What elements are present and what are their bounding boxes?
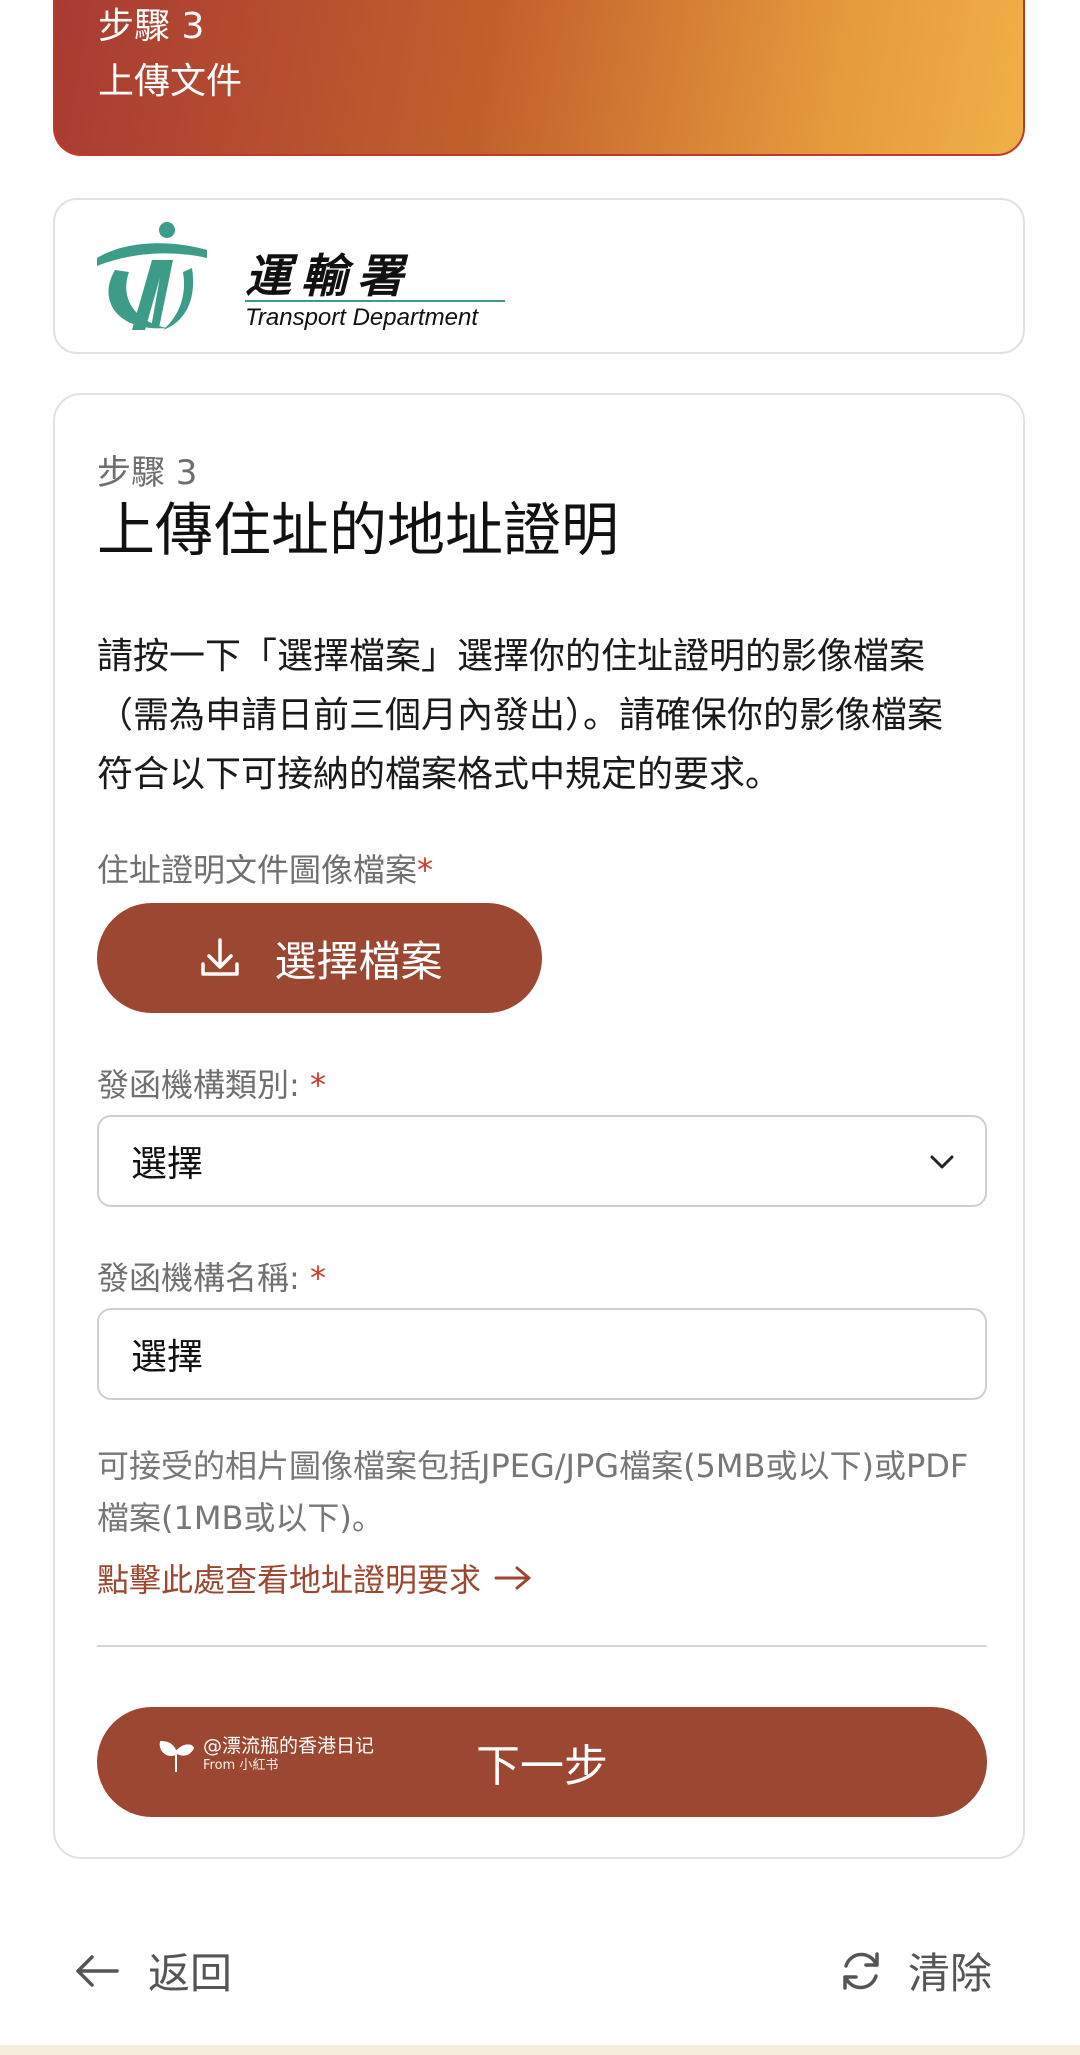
file-field-label: 住址證明文件圖像檔案* (97, 851, 434, 889)
required-mark: * (309, 1259, 326, 1297)
watermark: @漂流瓶的香港日记 From 小紅书 (157, 1735, 374, 1775)
clear-button[interactable]: 清除 (836, 1940, 992, 2001)
back-button[interactable]: 返回 (74, 1940, 232, 2001)
arrow-right-icon (494, 1566, 531, 1590)
step-header-banner: 步驟 3 上傳文件 (53, 0, 1025, 156)
logo-rule (245, 300, 505, 302)
transport-department-logo-card: 運輸署 Transport Department (53, 198, 1025, 354)
clear-label: 清除 (907, 1949, 992, 1998)
org-type-label: 發函機構類別: * (97, 1066, 326, 1104)
logo-english-name: Transport Department (245, 304, 478, 331)
required-mark: * (417, 851, 434, 889)
watermark-source: From 小紅书 (203, 1758, 279, 1773)
download-icon (201, 938, 240, 976)
required-mark: * (309, 1066, 326, 1104)
org-name-select[interactable]: 選擇 (97, 1308, 987, 1400)
divider (97, 1645, 987, 1647)
upload-form-card: 步驟 3 上傳住址的地址證明 請按一下「選擇檔案」選擇你的住址證明的影像檔案（需… (53, 393, 1025, 1859)
choose-file-button[interactable]: 選擇檔案 (97, 903, 542, 1013)
next-step-button[interactable]: 下一步 @漂流瓶的香港日记 From 小紅书 (97, 1707, 987, 1817)
arrow-left-icon (76, 1954, 119, 1987)
requirements-link-label: 點擊此處查看地址證明要求 (97, 1561, 482, 1599)
chevron-down-icon (930, 1155, 954, 1169)
transport-department-emblem-icon (97, 222, 207, 330)
instructions-text: 請按一下「選擇檔案」選擇你的住址證明的影像檔案（需為申請日前三個月內發出）。請確… (97, 636, 944, 795)
choose-file-label: 選擇檔案 (274, 936, 443, 986)
watermark-leaf-icon (159, 1740, 195, 1772)
org-type-value: 選擇 (131, 1144, 204, 1185)
page-title: 上傳住址的地址證明 (97, 496, 620, 564)
logo-chinese-name: 運輸署 (245, 249, 413, 303)
header-title: 上傳文件 (98, 61, 243, 102)
bottom-strip (0, 2045, 1080, 2055)
org-name-label: 發函機構名稱: * (97, 1259, 326, 1297)
refresh-icon (843, 1951, 879, 1990)
header-step-label: 步驟 3 (98, 6, 205, 47)
org-type-select[interactable]: 選擇 (97, 1115, 987, 1207)
file-format-note: 可接受的相片圖像檔案包括JPEG/JPG檔案(5MB或以下)或PDF檔案(1MB… (97, 1447, 969, 1537)
address-proof-requirements-link[interactable]: 點擊此處查看地址證明要求 (97, 1555, 533, 1601)
org-name-value: 選擇 (131, 1337, 204, 1378)
back-label: 返回 (148, 1949, 233, 1998)
watermark-handle: @漂流瓶的香港日记 (203, 1735, 375, 1757)
